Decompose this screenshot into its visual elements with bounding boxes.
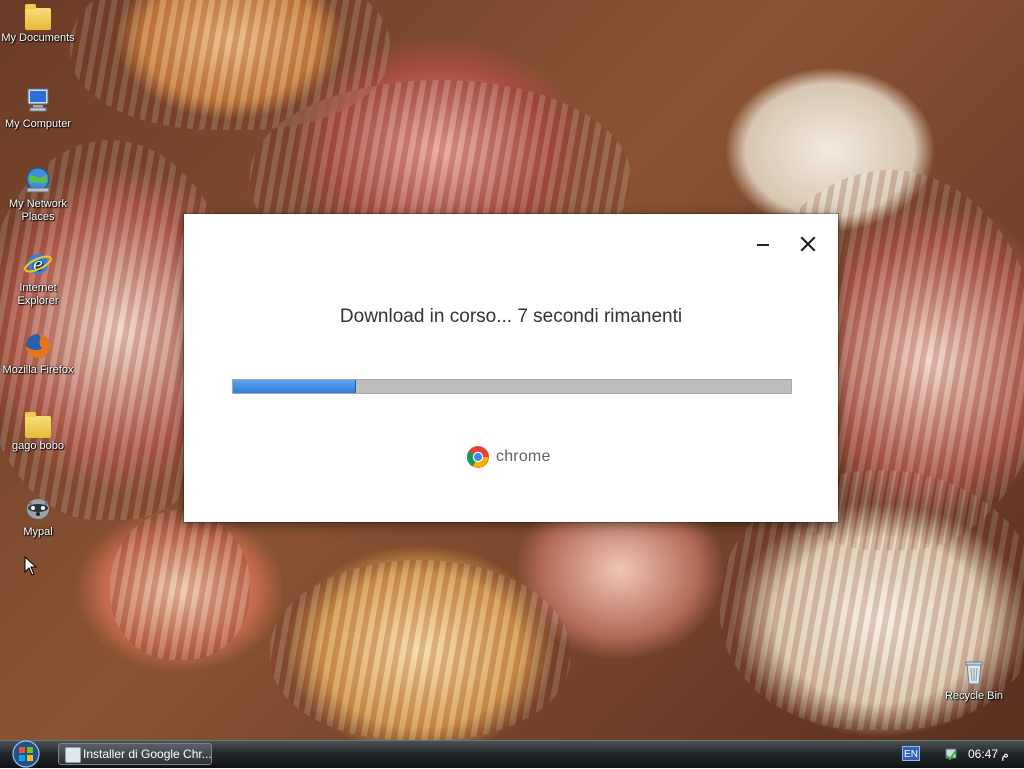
clock[interactable]: 06:47 م [968,747,1009,761]
start-button[interactable] [6,739,46,769]
computer-icon [27,88,49,112]
taskbar-item-label: Installer di Google Chr... [83,747,212,761]
wallpaper-shell [270,560,570,740]
chrome-brand: chrome [466,444,551,470]
desktop-icon-mozilla-firefox[interactable]: Mozilla Firefox [0,330,76,377]
desktop-icon-label: My Network Places [8,198,68,223]
network-status-icon[interactable] [944,746,958,762]
network-globe-icon [26,167,50,193]
wallpaper-shell [110,510,250,660]
desktop-icon-my-documents[interactable]: My Documents [0,2,76,45]
close-button[interactable] [796,232,820,256]
desktop-icon-label: My Documents [1,32,75,44]
download-progress-fill [233,380,356,393]
mypal-raccoon-icon [27,499,49,519]
desktop-icon-internet-explorer[interactable]: e Internet Explorer [0,248,76,308]
folder-documents-icon [25,4,51,30]
minimize-button[interactable] [752,234,774,256]
installer-dialog: Download in corso... 7 secondi rimanenti… [184,214,838,522]
folder-icon [25,412,51,438]
desktop-icon-label: Mozilla Firefox [2,364,74,376]
taskbar-item-chrome-installer[interactable]: Installer di Google Chr... [58,743,212,765]
desktop-icon-label: Internet Explorer [17,282,59,307]
desktop-icon-mypal[interactable]: Mypal [0,492,76,539]
language-indicator[interactable]: EN [902,746,920,761]
taskbar: Installer di Google Chr... EN 06:47 م [0,740,1024,768]
desktop-icon-gago-bobo[interactable]: gago bobo [0,410,76,453]
desktop-icon-label: gago bobo [12,440,64,452]
desktop-icon-label: Mypal [23,526,53,538]
chrome-logo-icon [467,446,489,468]
desktop-icon-label: Recycle Bin [944,690,1004,702]
desktop-icon-recycle-bin[interactable]: Recycle Bin [936,656,1012,703]
installer-icon [65,747,81,763]
mouse-cursor-icon [24,556,38,576]
download-progress-bar [232,379,792,394]
download-status-text: Download in corso... 7 secondi rimanenti [339,306,683,327]
chrome-brand-label: chrome [496,448,551,465]
recycle-bin-icon [965,661,983,685]
desktop-icon-my-network-places[interactable]: My Network Places [0,164,76,224]
firefox-icon [26,334,50,358]
desktop-icon-label: My Computer [4,118,72,130]
internet-explorer-icon: e [24,254,52,275]
desktop-icon-my-computer[interactable]: My Computer [0,84,76,131]
